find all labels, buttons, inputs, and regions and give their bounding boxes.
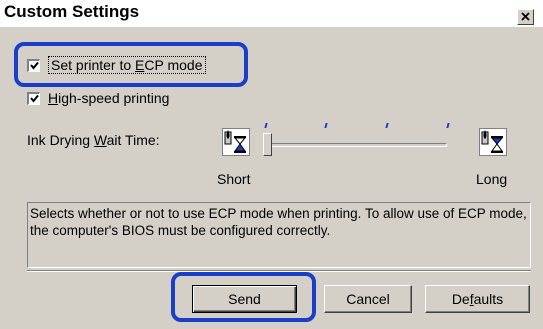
ink-drying-slider-track[interactable] bbox=[266, 143, 447, 147]
ink-drying-label: Ink Drying Wait Time: bbox=[27, 132, 160, 148]
ink-label-mnemonic: W bbox=[93, 132, 107, 148]
hourglass-long-icon bbox=[479, 128, 507, 156]
cancel-button-label: Cancel bbox=[346, 291, 390, 307]
slider-tick bbox=[264, 123, 268, 128]
ecp-mode-highlight bbox=[14, 42, 248, 87]
high-speed-option[interactable]: High-speed printing bbox=[27, 90, 169, 106]
checkmark-icon bbox=[29, 94, 39, 103]
cancel-button[interactable]: Cancel bbox=[324, 285, 412, 313]
high-speed-mnemonic: H bbox=[48, 90, 59, 106]
dialog-title: Custom Settings bbox=[4, 2, 140, 21]
slider-tick bbox=[385, 123, 389, 128]
hourglass-short-icon bbox=[222, 128, 250, 156]
defaults-label-text: De bbox=[451, 291, 470, 307]
high-speed-checkbox[interactable] bbox=[27, 91, 40, 105]
high-speed-label: High-speed printing bbox=[48, 90, 169, 106]
slider-tick bbox=[324, 123, 328, 128]
high-speed-label-text: igh-speed printing bbox=[58, 90, 170, 106]
title-bar: Custom Settings bbox=[0, 0, 543, 27]
defaults-button[interactable]: Defaults bbox=[425, 285, 530, 313]
defaults-label-text-end: aults bbox=[473, 291, 504, 307]
description-box: Selects whether or not to use ECP mode w… bbox=[27, 202, 531, 268]
close-button[interactable] bbox=[517, 9, 534, 25]
defaults-button-label: Defaults bbox=[452, 291, 503, 307]
slider-tick bbox=[446, 123, 450, 128]
close-icon bbox=[521, 8, 530, 26]
slider-max-label: Long bbox=[476, 171, 508, 187]
custom-settings-dialog: Custom Settings Set printer to ECP mode … bbox=[0, 0, 543, 329]
slider-min-label: Short bbox=[217, 171, 251, 187]
ink-drying-slider-thumb[interactable] bbox=[263, 133, 272, 156]
send-button-highlight bbox=[171, 272, 316, 322]
ink-label-text-end: ait Time: bbox=[106, 132, 160, 148]
ink-label-text: Ink Drying bbox=[27, 132, 94, 148]
